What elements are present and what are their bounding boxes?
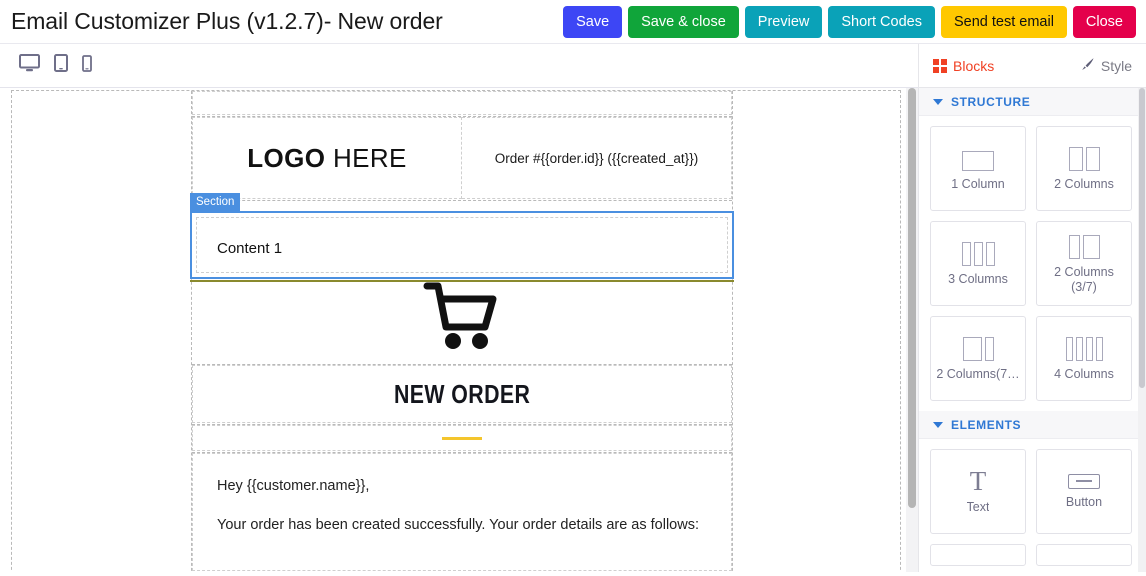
block-3-columns[interactable]: 3 Columns xyxy=(930,221,1026,306)
template-row-cart-image[interactable] xyxy=(192,271,732,365)
template-row-body-text[interactable]: Hey {{customer.name}}, Your order has be… xyxy=(192,453,732,572)
body-intro-line: Your order has been created successfully… xyxy=(217,515,707,535)
tab-blocks[interactable]: Blocks xyxy=(933,58,994,74)
device-preview-switcher xyxy=(0,54,92,77)
spacer-cell[interactable] xyxy=(192,91,732,115)
block-4-columns[interactable]: 4 Columns xyxy=(1036,316,1132,401)
element-button-label: Button xyxy=(1066,495,1102,510)
button-icon xyxy=(1068,474,1100,489)
element-button[interactable]: Button xyxy=(1036,449,1132,534)
canvas-scrollbar[interactable] xyxy=(906,88,918,572)
block-2-columns-3-7[interactable]: 2 Columns (3/7) xyxy=(1036,221,1132,306)
page-title: Email Customizer Plus (v1.2.7)- New orde… xyxy=(0,8,443,35)
shopping-cart-icon xyxy=(423,279,501,356)
logo-cell[interactable]: LOGO HERE xyxy=(192,117,462,199)
divider-cell[interactable] xyxy=(192,425,732,451)
panel-tab-bar: Blocks Style xyxy=(919,44,1146,88)
block-2-columns-7-3[interactable]: 2 Columns(7… xyxy=(930,316,1026,401)
canvas-scrollbar-thumb[interactable] xyxy=(908,88,916,508)
block-2-columns-label: 2 Columns xyxy=(1054,177,1114,192)
text-icon: T xyxy=(970,468,987,494)
elements-block-grid: T Text Button xyxy=(919,439,1146,576)
template-row-header[interactable]: LOGO HERE Order #{{order.id}} ({{created… xyxy=(192,117,732,201)
two-columns-3-7-icon xyxy=(1069,233,1100,259)
logo-bold-text: LOGO xyxy=(247,143,325,173)
two-columns-7-3-icon xyxy=(963,335,994,361)
drop-target-indicator xyxy=(190,280,734,282)
panel-scrollbar[interactable] xyxy=(1138,88,1146,572)
element-text-label: Text xyxy=(967,500,990,515)
section-title-structure: STRUCTURE xyxy=(951,95,1030,109)
tab-blocks-label: Blocks xyxy=(953,58,994,74)
heading-cell[interactable]: NEW ORDER xyxy=(192,365,732,423)
order-meta-text: Order #{{order.id}} ({{created_at}}) xyxy=(495,151,698,166)
two-columns-icon xyxy=(1069,145,1100,171)
content-1-text: Content 1 xyxy=(217,240,282,257)
email-canvas[interactable]: LOGO HERE Order #{{order.id}} ({{created… xyxy=(0,88,908,572)
tab-style[interactable]: Style xyxy=(1081,57,1132,74)
block-2-columns[interactable]: 2 Columns xyxy=(1036,126,1132,211)
panel-scrollbar-thumb[interactable] xyxy=(1139,88,1145,388)
body-text-cell[interactable]: Hey {{customer.name}}, Your order has be… xyxy=(192,453,732,571)
close-button[interactable]: Close xyxy=(1073,6,1136,38)
chevron-down-icon xyxy=(933,99,943,105)
element-next-row-partial-left[interactable] xyxy=(930,544,1026,566)
email-heading-text: NEW ORDER xyxy=(394,379,530,410)
section-header-structure[interactable]: STRUCTURE xyxy=(919,88,1146,116)
body-greeting-line: Hey {{customer.name}}, xyxy=(217,476,707,496)
section-header-elements[interactable]: ELEMENTS xyxy=(919,411,1146,439)
accent-divider-rule xyxy=(442,437,482,440)
email-template-body[interactable]: LOGO HERE Order #{{order.id}} ({{created… xyxy=(191,91,733,572)
block-1-column[interactable]: 1 Column xyxy=(930,126,1026,211)
logo-light-text: HERE xyxy=(325,143,406,173)
section-title-elements: ELEMENTS xyxy=(951,418,1021,432)
selected-section-block[interactable]: Content 1 xyxy=(190,211,734,279)
block-1-column-label: 1 Column xyxy=(951,177,1005,192)
brush-icon xyxy=(1081,57,1095,74)
element-text[interactable]: T Text xyxy=(930,449,1026,534)
header-action-buttons: SaveSave & closePreviewShort CodesSend t… xyxy=(563,6,1146,38)
save-button[interactable]: Save xyxy=(563,6,622,38)
element-next-row-partial-right[interactable] xyxy=(1036,544,1132,566)
structure-block-grid: 1 Column 2 Columns 3 Columns 2 Columns (… xyxy=(919,116,1146,411)
tab-style-label: Style xyxy=(1101,58,1132,74)
desktop-icon[interactable] xyxy=(19,54,40,77)
order-meta-cell[interactable]: Order #{{order.id}} ({{created_at}}) xyxy=(462,117,732,199)
block-2-columns-7-3-label: 2 Columns(7… xyxy=(936,367,1019,382)
short-codes-button[interactable]: Short Codes xyxy=(828,6,935,38)
logo-text: LOGO HERE xyxy=(247,143,407,174)
blocks-panel: Blocks Style STRUCTURE 1 Column 2 Column… xyxy=(918,44,1146,572)
template-row-spacer[interactable] xyxy=(192,91,732,117)
four-columns-icon xyxy=(1066,335,1103,361)
preview-button[interactable]: Preview xyxy=(745,6,823,38)
one-column-icon xyxy=(962,145,994,171)
block-2-columns-3-7-label: 2 Columns (3/7) xyxy=(1041,265,1127,295)
canvas-outer-frame: LOGO HERE Order #{{order.id}} ({{created… xyxy=(11,90,901,572)
tablet-icon[interactable] xyxy=(54,54,68,77)
save-and-close-button[interactable]: Save & close xyxy=(628,6,739,38)
selected-block-badge: Section xyxy=(190,193,240,211)
block-4-columns-label: 4 Columns xyxy=(1054,367,1114,382)
chevron-down-icon xyxy=(933,422,943,428)
block-3-columns-label: 3 Columns xyxy=(948,272,1008,287)
three-columns-icon xyxy=(962,240,995,266)
selected-section-inner-cell[interactable]: Content 1 xyxy=(196,217,728,273)
template-row-divider[interactable] xyxy=(192,425,732,453)
blocks-icon xyxy=(933,59,947,73)
mobile-icon[interactable] xyxy=(82,55,92,77)
template-row-heading[interactable]: NEW ORDER xyxy=(192,365,732,425)
top-header-bar: Email Customizer Plus (v1.2.7)- New orde… xyxy=(0,0,1146,44)
send-test-email-button[interactable]: Send test email xyxy=(941,6,1067,38)
